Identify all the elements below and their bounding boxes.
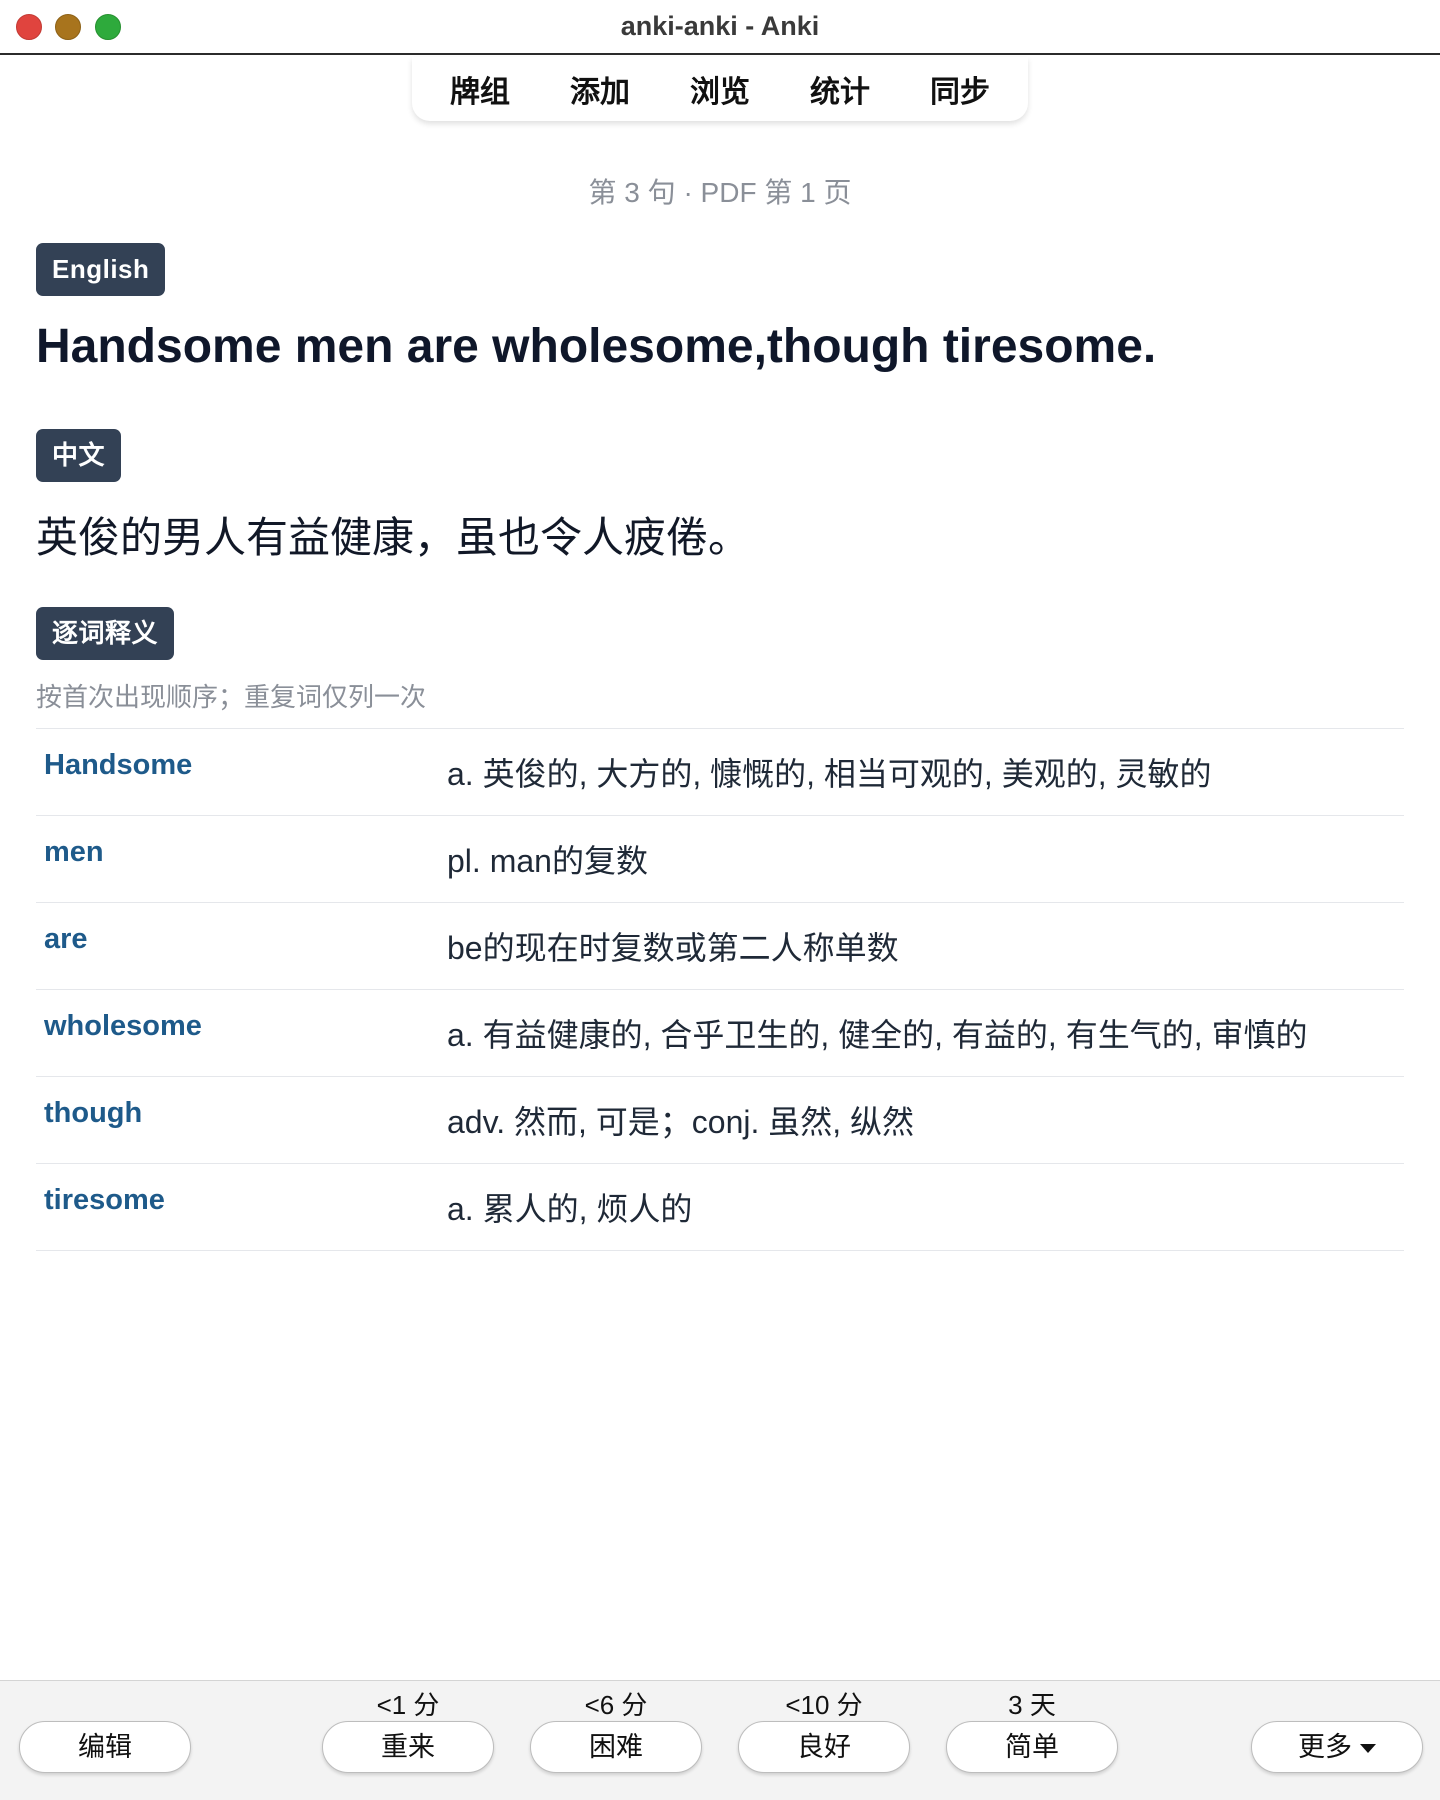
nav-add[interactable]: 添加 [540, 67, 660, 111]
nav-sync[interactable]: 同步 [900, 67, 1020, 111]
chinese-sentence: 英俊的男人有益健康，虽也令人疲倦。 [36, 514, 751, 561]
hard-interval: <6 分 [584, 1690, 648, 1720]
english-badge: English [36, 243, 166, 296]
card-meta: 第 3 句 · PDF 第 1 页 [588, 177, 852, 208]
title-bar: anki-anki - Anki [0, 0, 1440, 55]
gloss-row: though adv. 然而, 可是；conj. 虽然, 纵然 [36, 1077, 1404, 1164]
gloss-word: men [44, 836, 104, 868]
gloss-word: tiresome [44, 1184, 165, 1216]
english-sentence: Handsome men are wholesome,though tireso… [36, 320, 1157, 373]
gloss-badge: 逐词释义 [36, 607, 175, 660]
edit-button[interactable]: 编辑 [19, 1721, 191, 1773]
caret-down-icon [1360, 1744, 1376, 1754]
gloss-definition: a. 累人的, 烦人的 [447, 1191, 693, 1227]
again-interval: <1 分 [376, 1690, 440, 1720]
easy-interval: 3 天 [1008, 1690, 1056, 1720]
gloss-definition: adv. 然而, 可是；conj. 虽然, 纵然 [447, 1104, 915, 1140]
gloss-row: tiresome a. 累人的, 烦人的 [36, 1164, 1404, 1251]
gloss-row: men pl. man的复数 [36, 816, 1404, 903]
top-nav: 牌组 添加 浏览 统计 同步 [412, 57, 1028, 121]
anki-window: anki-anki - Anki 牌组 添加 浏览 统计 同步 第 3 句 · … [0, 0, 1440, 1800]
gloss-row: are be的现在时复数或第二人称单数 [36, 903, 1404, 990]
nav-browse[interactable]: 浏览 [660, 67, 780, 111]
gloss-word: are [44, 923, 88, 955]
good-interval: <10 分 [785, 1690, 863, 1720]
easy-button[interactable]: 简单 [946, 1721, 1118, 1773]
hard-button[interactable]: 困难 [530, 1721, 702, 1773]
gloss-note: 按首次出现顺序；重复词仅列一次 [36, 682, 427, 712]
answer-bar: 编辑 <1 分 重来 <6 分 困难 <10 分 良好 3 天 简单 更多 [0, 1680, 1440, 1800]
nav-decks[interactable]: 牌组 [420, 67, 540, 111]
gloss-definition: a. 英俊的, 大方的, 慷慨的, 相当可观的, 美观的, 灵敏的 [447, 756, 1212, 792]
good-button[interactable]: 良好 [738, 1721, 910, 1773]
chinese-badge: 中文 [36, 429, 122, 482]
nav-stats[interactable]: 统计 [780, 67, 900, 111]
again-button[interactable]: 重来 [322, 1721, 494, 1773]
gloss-table: Handsome a. 英俊的, 大方的, 慷慨的, 相当可观的, 美观的, 灵… [36, 728, 1404, 1251]
gloss-definition: pl. man的复数 [447, 843, 648, 879]
gloss-definition: be的现在时复数或第二人称单数 [447, 930, 899, 966]
gloss-word: Handsome [44, 749, 193, 781]
gloss-row: Handsome a. 英俊的, 大方的, 慷慨的, 相当可观的, 美观的, 灵… [36, 729, 1404, 816]
gloss-word: though [44, 1097, 143, 1129]
gloss-row: wholesome a. 有益健康的, 合乎卫生的, 健全的, 有益的, 有生气… [36, 990, 1404, 1077]
gloss-word: wholesome [44, 1010, 202, 1042]
more-button[interactable]: 更多 [1251, 1721, 1423, 1773]
gloss-definition: a. 有益健康的, 合乎卫生的, 健全的, 有益的, 有生气的, 审慎的 [447, 1017, 1308, 1053]
more-label: 更多 [1298, 1732, 1352, 1762]
window-title: anki-anki - Anki [620, 11, 820, 41]
